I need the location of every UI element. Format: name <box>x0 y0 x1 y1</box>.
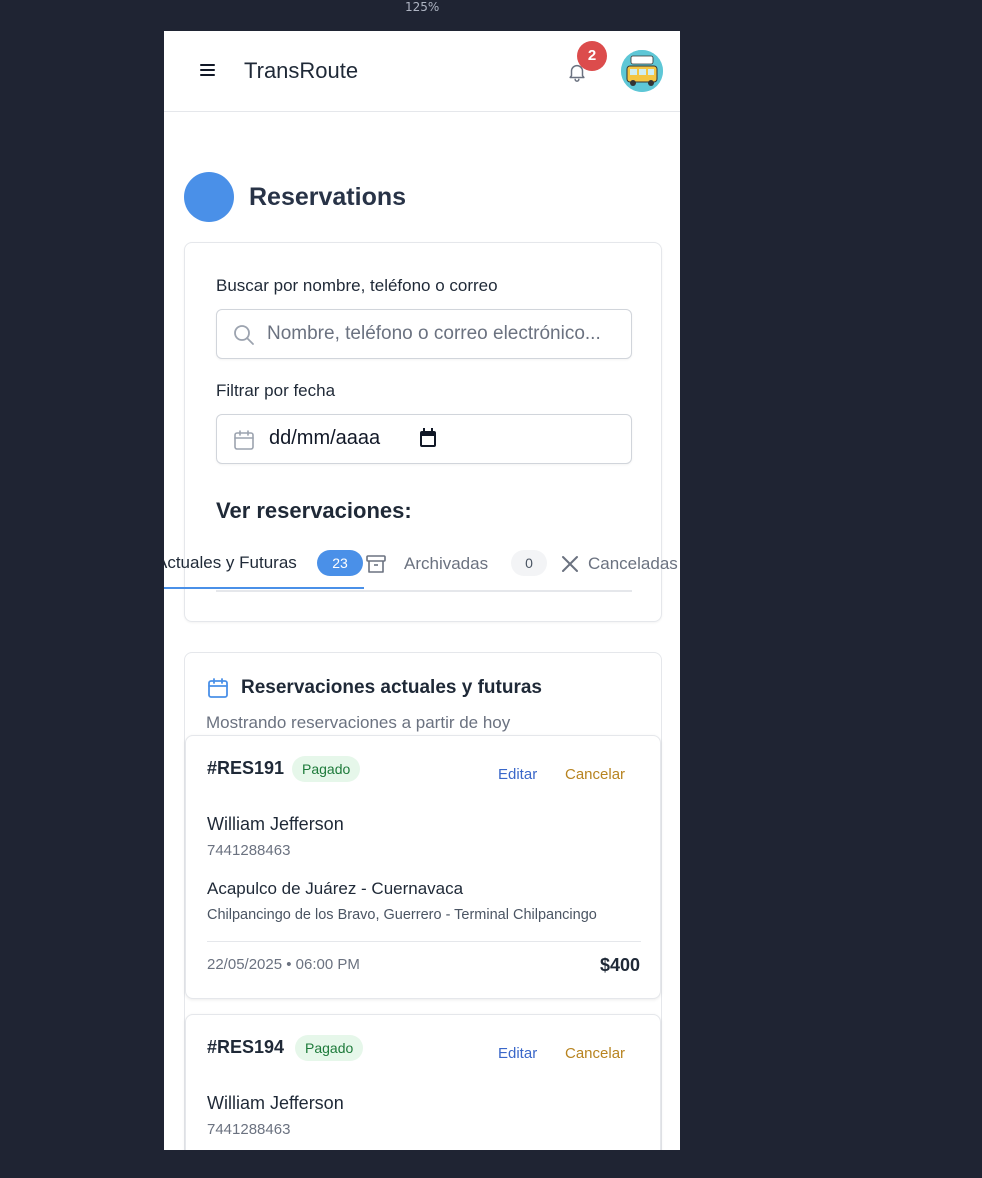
route-name: Acapulco de Juárez - Cuernavaca <box>207 879 464 898</box>
avatar[interactable] <box>621 50 663 92</box>
date-filter-label: Filtrar por fecha <box>216 381 336 400</box>
tab-current-future[interactable]: Actuales y Futuras 23 <box>164 540 364 590</box>
page-title: Reservations <box>249 183 407 211</box>
cancel-button[interactable]: Cancelar <box>565 1045 625 1062</box>
departure-datetime: 22/05/2025 • 06:00 PM <box>207 956 360 973</box>
tabs-divider <box>216 590 632 592</box>
zoom-level: 125% <box>405 0 440 14</box>
calendar-icon <box>234 430 254 450</box>
reservation-card[interactable]: #RES191 Pagado Editar Cancelar William J… <box>185 735 661 999</box>
tab-label: Canceladas <box>588 554 678 573</box>
passenger-phone: 7441288463 <box>207 842 291 859</box>
cancel-button[interactable]: Cancelar <box>565 766 625 783</box>
search-icon <box>234 325 254 345</box>
menu-icon[interactable] <box>200 61 218 81</box>
price: $400 <box>599 955 640 975</box>
date-field[interactable]: dd/mm/aaaa <box>216 414 632 464</box>
divider <box>207 941 641 942</box>
date-input-value[interactable]: dd/mm/aaaa <box>269 427 380 450</box>
edit-button[interactable]: Editar <box>498 766 537 783</box>
notification-badge[interactable]: 2 <box>577 41 607 71</box>
page-icon <box>184 172 234 222</box>
passenger-name: William Jefferson <box>207 814 344 834</box>
search-input[interactable] <box>267 310 623 358</box>
reservation-card[interactable]: #RES194 Pagado Editar Cancelar William J… <box>185 1014 661 1150</box>
search-field[interactable] <box>216 309 632 359</box>
reservation-id: #RES191 <box>207 758 285 778</box>
passenger-phone: 7441288463 <box>207 1121 291 1138</box>
view-section-title: Ver reservaciones: <box>216 498 412 523</box>
close-icon <box>562 556 578 572</box>
archive-icon <box>366 555 386 573</box>
list-subtitle: Mostrando reservaciones a partir de hoy <box>206 713 511 732</box>
list-title: Reservaciones actuales y futuras <box>241 677 542 698</box>
tab-cancelled[interactable]: Canceladas <box>560 540 680 590</box>
active-tab-indicator <box>164 587 364 589</box>
mobile-viewport: TransRoute 2 Reservations Buscar por nom… <box>164 31 680 1150</box>
tab-count-badge: 23 <box>317 550 363 576</box>
route-detail: Chilpancingo de los Bravo, Guerrero - Te… <box>207 907 597 923</box>
app-header: TransRoute 2 <box>164 31 680 112</box>
app-title: TransRoute <box>244 58 359 83</box>
tab-archived[interactable]: Archivadas 0 <box>364 540 560 590</box>
tab-label: Archivadas <box>404 554 489 573</box>
reservation-id: #RES194 <box>207 1037 285 1057</box>
tab-label: Actuales y Futuras <box>164 553 297 572</box>
status-badge: Pagado <box>292 756 361 782</box>
date-picker-icon[interactable] <box>419 428 437 448</box>
status-badge: Pagado <box>295 1035 364 1061</box>
tab-count-badge: 0 <box>511 550 547 576</box>
calendar-icon <box>208 678 228 698</box>
edit-button[interactable]: Editar <box>498 1045 537 1062</box>
passenger-name: William Jefferson <box>207 1093 344 1113</box>
search-label: Buscar por nombre, teléfono o correo <box>216 276 498 295</box>
